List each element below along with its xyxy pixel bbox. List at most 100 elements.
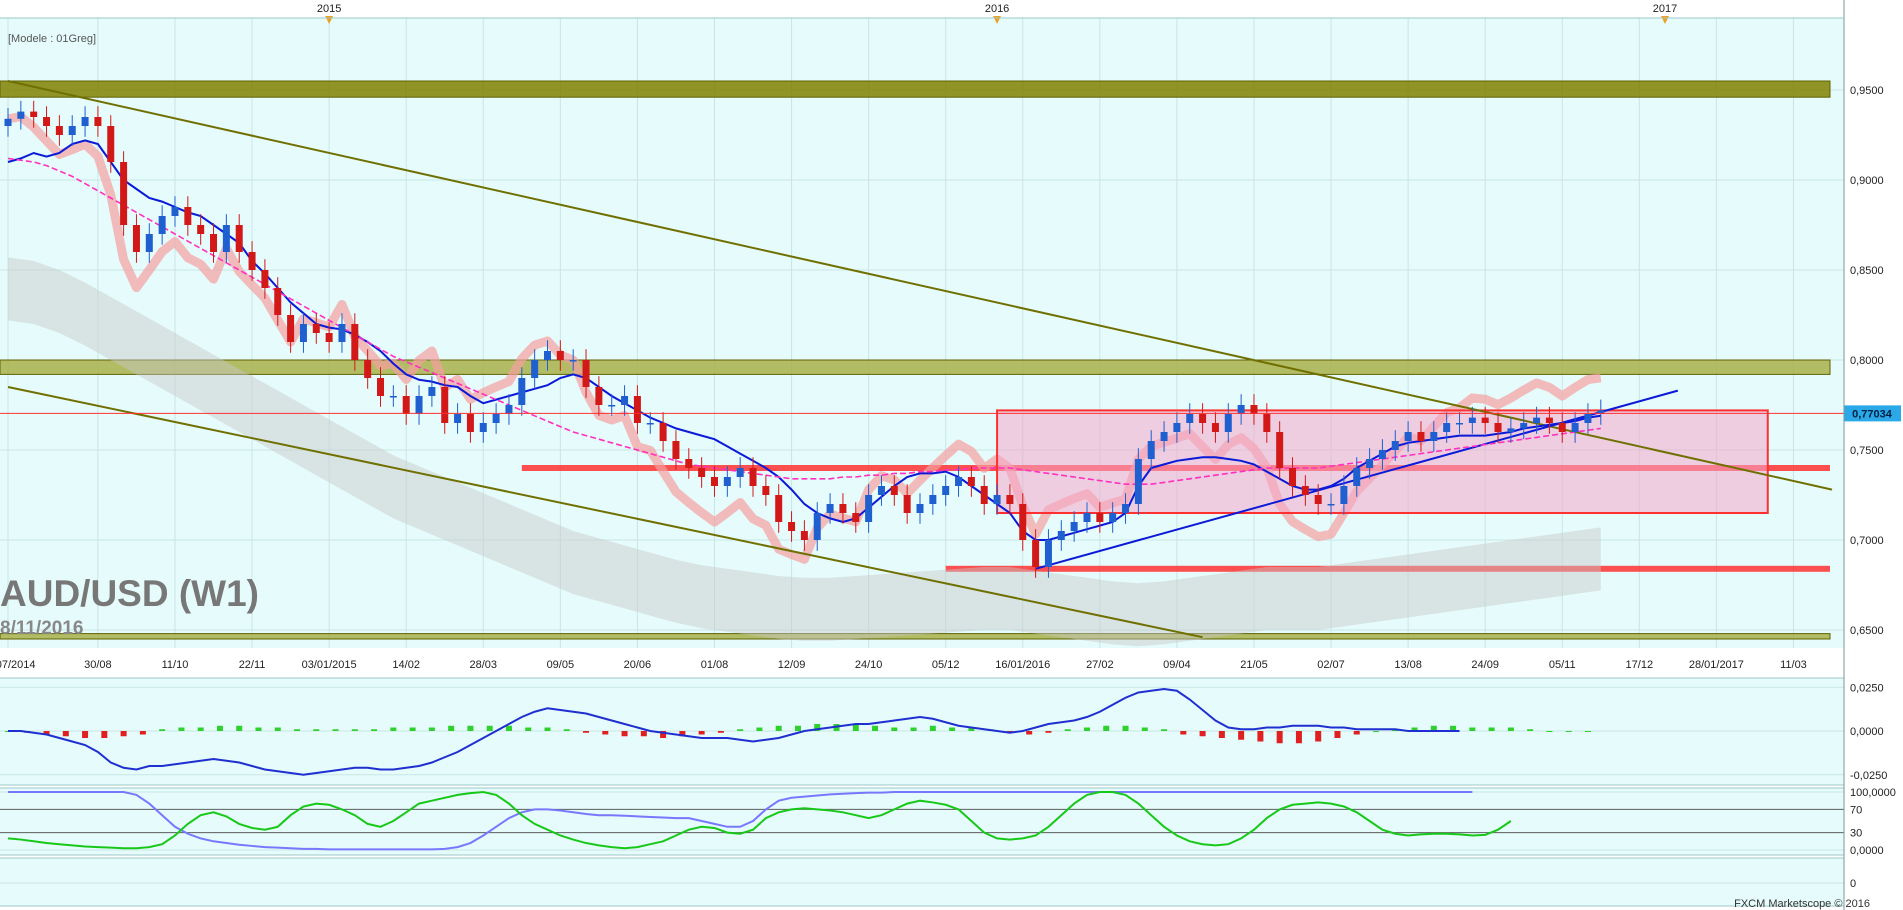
macd-histogram-bar [1565, 731, 1572, 732]
bottom-panel-background[interactable] [0, 858, 1844, 906]
candle-body [107, 126, 115, 162]
candle-body [903, 495, 911, 513]
candle-body [569, 360, 577, 362]
candle-body [993, 495, 1001, 504]
macd-histogram-bar [756, 727, 763, 731]
macd-histogram-bar [332, 729, 339, 731]
macd-histogram-bar [583, 731, 590, 733]
candle-body [274, 288, 282, 315]
macd-histogram-bar [82, 731, 89, 738]
candle-body [1044, 540, 1052, 567]
candle-body [633, 396, 641, 423]
year-marker-label: 2015 [317, 3, 341, 15]
candle-body [312, 324, 320, 333]
year-marker-label: 2017 [1653, 3, 1677, 15]
macd-histogram-bar [1064, 729, 1071, 731]
candle-body [518, 378, 526, 405]
macd-histogram-bar [1141, 727, 1148, 731]
macd-histogram-bar [929, 725, 936, 731]
macd-histogram-bar [698, 731, 705, 735]
candle-body [788, 522, 796, 531]
macd-histogram-bar [1315, 731, 1322, 742]
candle-body [1314, 495, 1322, 504]
macd-histogram-bar [1546, 731, 1553, 732]
macd-histogram-bar [1122, 725, 1129, 731]
macd-histogram-bar [949, 727, 956, 731]
candle-body [454, 414, 462, 423]
candle-body [929, 495, 937, 504]
macd-tick-label: 0,0000 [1850, 726, 1884, 738]
candle-body [1276, 432, 1284, 468]
candle-body [556, 351, 564, 360]
candle-body [942, 486, 950, 495]
candle-body [1468, 417, 1476, 423]
candle-body [30, 111, 38, 117]
macd-histogram-bar [255, 727, 262, 731]
candle-body [608, 405, 616, 407]
candle-body [1160, 432, 1168, 441]
macd-histogram-bar [62, 731, 69, 737]
candle-body [428, 387, 436, 396]
candle-body [145, 234, 153, 252]
price-tick-label: 0,9500 [1850, 85, 1884, 97]
macd-tick-label: -0,0250 [1850, 770, 1887, 782]
macd-histogram-bar [351, 729, 358, 731]
date-tick-label: 16/01/2016 [995, 659, 1050, 671]
candle-body [1520, 423, 1528, 429]
candle-body [441, 387, 449, 423]
macd-histogram-bar [1584, 731, 1591, 732]
current-price-label: 0,77034 [1852, 408, 1893, 420]
candle-body [17, 111, 25, 119]
date-tick-label: 11/03 [1780, 659, 1807, 671]
candle-body [672, 441, 680, 459]
candle-body [916, 504, 924, 513]
stochastic-panel-background[interactable] [0, 788, 1844, 855]
macd-histogram-bar [1469, 727, 1476, 731]
candle-body [967, 477, 975, 486]
candle-body [582, 360, 590, 387]
macd-histogram-bar [197, 727, 204, 731]
chart-canvas[interactable]: 0,77034 0,0250 0,0000 -0,0250 100,0000 70 30 0… [0, 0, 1903, 910]
candle-body [389, 396, 397, 398]
candle-body [197, 225, 205, 234]
macd-histogram-bar [274, 727, 281, 731]
macd-histogram-bar [1373, 731, 1379, 732]
symbol-title: AUD/USD (W1) [0, 573, 259, 614]
candle-body [762, 486, 770, 495]
macd-histogram-bar [101, 731, 108, 738]
candle-body [1250, 405, 1258, 414]
macd-histogram-bar [505, 725, 512, 731]
macd-histogram-bar [390, 727, 397, 731]
candle-body [826, 504, 834, 513]
candle-body [235, 225, 243, 252]
candle-body [325, 333, 333, 342]
date-tick-label: 12/07/2014 [0, 659, 36, 671]
candle-body [68, 126, 76, 135]
candle-body [698, 468, 706, 477]
horizontal-band [0, 80, 1831, 98]
macd-histogram-bar [1257, 731, 1264, 742]
date-tick-label: 11/10 [162, 659, 189, 671]
date-tick-label: 30/08 [84, 659, 112, 671]
date-tick-label: 02/07 [1317, 659, 1345, 671]
date-tick-label: 20/06 [624, 659, 652, 671]
macd-histogram-bar [1507, 727, 1514, 731]
candle-body [852, 513, 860, 522]
stochastic-tick-label: 70 [1850, 804, 1862, 816]
candle-body [158, 216, 166, 234]
stochastic-tick-label: 100,0000 [1850, 787, 1896, 799]
candle-body [800, 531, 808, 540]
candle-body [865, 495, 873, 522]
candle-body [1096, 513, 1104, 522]
price-tick-label: 0,7000 [1850, 535, 1884, 547]
macd-histogram-bar [717, 731, 724, 733]
candle-body [377, 378, 385, 396]
candle-body [402, 396, 410, 414]
date-tick-label: 01/08 [701, 659, 729, 671]
candle-body [685, 459, 693, 468]
date-tick-label: 05/11 [1549, 659, 1576, 671]
candle-body [1366, 459, 1374, 468]
candle-body [1237, 405, 1245, 414]
candle-body [364, 360, 372, 378]
candle-body [1571, 423, 1579, 432]
